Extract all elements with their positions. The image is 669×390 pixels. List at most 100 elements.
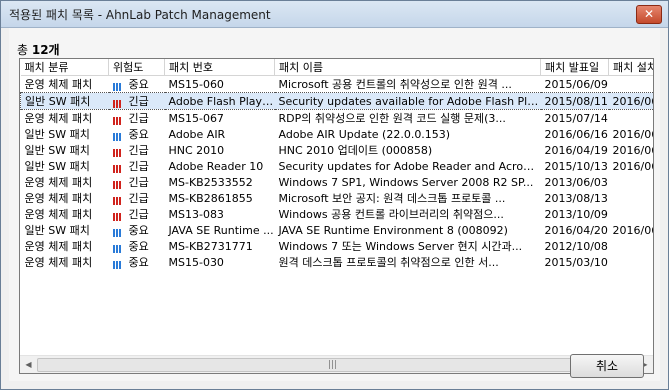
category-cell: 일반 SW 패치 [24,160,90,173]
name-cell: JAVA SE Runtime Environment 8 (008092) [278,223,508,237]
installed-date-cell [609,206,654,222]
horizontal-scrollbar[interactable]: ◀ ||| ▶ [20,355,653,373]
category-cell: 운영 체제 패치 [24,208,93,221]
number-cell: MS-KB2731771 [168,239,253,253]
release-date-cell: 2016/04/20 [544,223,608,237]
category-cell: 일반 SW 패치 [24,224,90,237]
number-cell: HNC 2010 [168,143,225,157]
scrollbar-thumb[interactable]: ||| [37,358,634,372]
number-cell: MS15-030 [168,255,224,269]
severity-bars-icon [112,163,123,173]
window-title: 적용된 패치 목록 - AhnLab Patch Management [9,8,271,22]
severity-cell: 긴급 [109,158,165,174]
name-cell: RDP의 취약성으로 인한 원격 코드 실행 문제(3... [278,112,506,125]
category-cell: 운영 체제 패치 [24,240,93,253]
installed-date-cell [609,110,654,127]
severity-bars-icon [112,195,123,205]
name-cell: Microsoft 보안 공지: 원격 데스크톱 프로토콜 ... [278,192,506,205]
table-row[interactable]: 운영 체제 패치 긴급 MS13-083 Windows 공용 컨트롤 라이브러리의 … [21,206,654,222]
severity-cell: 중요 [109,76,165,93]
severity-cell: 긴급 [108,92,165,110]
patch-list-view[interactable]: 패치 분류 위험도 패치 번호 패치 이름 패치 발표일 패치 설치 날 운영 … [19,58,654,374]
table-row[interactable]: 운영 체제 패치 중요 MS15-060 Microsoft 공용 컨트롤의 취약성으… [21,76,654,93]
name-cell: Adobe AIR Update (22.0.0.153) [278,127,451,141]
release-date-cell: 2015/03/10 [544,255,608,269]
name-cell: Windows 공용 컨트롤 라이브러리의 취약점으... [278,208,504,221]
severity-label: 중요 [128,78,149,91]
table-row[interactable]: 운영 체제 패치 긴급 MS-KB2861855 Microsoft 보안 공지: 원… [21,190,654,206]
release-date-cell: 2016/06/16 [544,127,608,141]
number-cell: JAVA SE Runtime ... [168,223,274,237]
release-date-cell: 2015/08/11 [540,92,609,110]
severity-bars-icon [112,115,123,125]
table-row[interactable]: 운영 체제 패치 긴급 MS-KB2533552 Windows 7 SP1, Win… [21,174,654,190]
installed-date-cell [609,174,654,190]
severity-cell: 긴급 [109,142,165,158]
severity-cell: 중요 [109,126,165,142]
number-cell: MS-KB2533552 [168,175,253,189]
severity-label: 중요 [128,224,149,237]
number-cell: MS13-083 [168,207,224,221]
release-date-cell: 2013/06/03 [544,175,608,189]
table-row[interactable]: 일반 SW 패치 긴급 HNC 2010 HNC 2010 업데이트 (000858)… [21,142,653,158]
name-cell: HNC 2010 업데이트 (000858) [278,144,433,157]
severity-bars-icon [112,259,123,269]
installed-date-cell: 2016/06/21 [612,223,654,237]
scroll-left-arrow-icon[interactable]: ◀ [20,356,37,373]
column-header-name[interactable]: 패치 이름 [274,59,541,76]
table-row[interactable]: 운영 체제 패치 긴급 MS15-067 RDP의 취약성으로 인한 원격 코드 실행… [21,110,654,127]
column-header-category[interactable]: 패치 분류 [20,59,109,76]
column-header-number[interactable]: 패치 번호 [164,59,275,76]
number-cell: MS-KB2861855 [168,191,253,205]
severity-label: 중요 [128,128,149,141]
number-cell: MS15-060 [168,77,224,91]
column-header-installed[interactable]: 패치 설치 날 [608,59,653,76]
release-date-cell: 2015/06/09 [544,77,608,91]
scrollbar-grip-icon: ||| [328,360,338,370]
severity-bars-icon [112,179,123,189]
number-cell: Adobe Reader 10 [168,159,264,173]
title-bar[interactable]: 적용된 패치 목록 - AhnLab Patch Management ✕ [1,1,668,28]
name-cell: Windows 7 SP1, Windows Server 2008 R2 SP… [278,175,534,189]
installed-date-cell [609,76,654,93]
severity-bars-icon [112,243,123,253]
cancel-button[interactable]: 취소 [570,354,644,378]
column-header-release[interactable]: 패치 발표일 [540,59,609,76]
severity-bars-icon [112,81,123,91]
severity-cell: 긴급 [109,206,165,222]
severity-bars-icon [112,98,123,108]
severity-cell: 중요 [109,222,165,238]
release-date-cell: 2012/10/08 [544,239,608,253]
patch-table: 패치 분류 위험도 패치 번호 패치 이름 패치 발표일 패치 설치 날 운영 … [20,59,654,270]
release-date-cell: 2015/07/14 [544,111,608,125]
table-row[interactable]: 운영 체제 패치 중요 MS15-030 원격 데스크톱 프로토콜의 취약점으로 인한… [21,254,654,270]
patch-count-value: 12개 [31,43,60,57]
severity-label: 긴급 [128,176,149,189]
name-cell: Security updates available for Adobe Fla… [274,92,541,110]
severity-label: 긴급 [128,208,149,221]
column-header-severity[interactable]: 위험도 [108,59,165,76]
patch-count-prefix: 총 [17,43,32,57]
category-cell: 운영 체제 패치 [24,176,93,189]
severity-label: 긴급 [128,160,149,173]
category-cell: 일반 SW 패치 [20,92,109,110]
header-row: 패치 분류 위험도 패치 번호 패치 이름 패치 발표일 패치 설치 날 [20,59,653,76]
installed-date-cell [609,254,654,270]
severity-cell: 긴급 [109,110,165,127]
number-cell: Adobe AIR [168,127,226,141]
category-cell: 운영 체제 패치 [24,78,93,91]
table-row[interactable]: 일반 SW 패치 긴급 Adobe Reader 10 Security update… [21,158,654,174]
severity-label: 긴급 [128,95,149,108]
name-cell: Microsoft 공용 컨트롤의 취약성으로 인한 원격 ... [278,78,512,91]
severity-cell: 중요 [109,238,165,254]
category-cell: 운영 체제 패치 [24,256,93,269]
table-row[interactable]: 일반 SW 패치 긴급 Adobe Flash Playe... Security u… [20,92,653,110]
table-row[interactable]: 일반 SW 패치 중요 JAVA SE Runtime ... JAVA SE Run… [21,222,654,238]
close-button[interactable]: ✕ [636,5,662,24]
table-row[interactable]: 운영 체제 패치 중요 MS-KB2731771 Windows 7 또는 Windo… [21,238,654,254]
number-cell: Adobe Flash Playe... [164,92,275,110]
dialog-content: 총 12개 패치 분류 위험도 패치 번호 패치 이름 패치 발표일 패치 설치… [9,28,660,381]
table-row[interactable]: 일반 SW 패치 중요 Adobe AIR Adobe AIR Update (22.… [21,126,653,142]
number-cell: MS15-067 [168,111,224,125]
installed-date-cell: 2016/06/21 [612,159,654,173]
